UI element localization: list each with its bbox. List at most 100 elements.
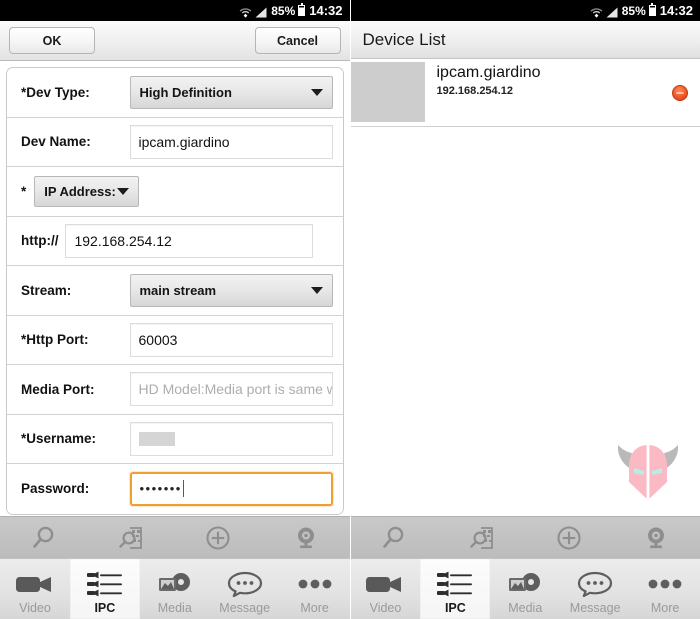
right-panel-device-list: 85% 14:32 Device List ipcam.giardino 192…	[350, 0, 700, 619]
tab-video[interactable]: Video	[351, 559, 421, 619]
tab-message[interactable]: Message	[560, 559, 630, 619]
viking-helmet-logo	[612, 436, 684, 510]
action-bar: OK Cancel	[0, 21, 350, 61]
video-camera-icon	[364, 568, 406, 600]
tab-label-video: Video	[19, 601, 51, 615]
camera-icon[interactable]	[628, 518, 684, 558]
tab-media[interactable]: Media	[490, 559, 560, 619]
signal-icon	[255, 5, 267, 18]
more-dots-icon	[644, 568, 686, 600]
qr-scan-icon[interactable]	[103, 518, 159, 558]
device-thumbnail	[350, 62, 425, 122]
ipc-list-icon	[83, 568, 127, 600]
tab-label-media: Media	[157, 601, 192, 615]
tab-label-ipc: IPC	[444, 601, 466, 615]
camera-icon[interactable]	[278, 518, 334, 558]
label-stream: Stream:	[21, 282, 72, 298]
tab-label-more: More	[650, 601, 680, 615]
bottom-toolbar-left	[0, 516, 350, 558]
label-password: Password:	[21, 481, 90, 497]
username-input[interactable]	[129, 421, 333, 456]
address-mode-select[interactable]: IP Address:	[34, 175, 140, 207]
qr-scan-icon[interactable]	[454, 518, 510, 558]
tab-ipc[interactable]: IPC	[69, 559, 140, 619]
battery-icon	[648, 3, 656, 16]
tab-ipc[interactable]: IPC	[420, 559, 491, 619]
media-port-input[interactable]: HD Model:Media port is same w	[129, 372, 333, 407]
more-dots-icon	[294, 568, 336, 600]
search-icon[interactable]	[16, 518, 72, 558]
signal-icon	[606, 5, 618, 18]
battery-icon	[298, 3, 306, 16]
tab-media[interactable]: Media	[140, 559, 210, 619]
status-badge-offline	[672, 84, 688, 101]
app-screen: 85% 14:32 OK Cancel *Dev Type: High Defi…	[0, 0, 700, 619]
chevron-down-icon	[310, 286, 323, 294]
stream-select[interactable]: main stream	[129, 273, 333, 307]
device-ip: 192.168.254.12	[436, 85, 513, 97]
form-row-address-mode: * IP Address:	[7, 167, 343, 217]
form-row-username: *Username:	[7, 414, 343, 464]
wifi-icon	[239, 5, 252, 18]
page-title-bar: Device List	[350, 21, 700, 59]
text-caret	[182, 480, 185, 498]
status-bar-left: 85% 14:32	[0, 0, 350, 21]
device-list-item[interactable]: ipcam.giardino 192.168.254.12	[350, 59, 700, 127]
tab-message[interactable]: Message	[210, 559, 280, 619]
dev-type-select[interactable]: High Definition	[129, 75, 333, 109]
label-address-required: *	[21, 183, 27, 199]
bottom-tabbar-right: Video IPC Media Message More	[350, 558, 700, 619]
tab-label-message: Message	[219, 601, 271, 615]
device-status-indicator[interactable]	[672, 84, 688, 101]
password-value: •••••••	[139, 481, 182, 497]
password-input[interactable]: •••••••	[129, 471, 333, 506]
tab-label-more: More	[300, 601, 329, 615]
form-row-host: http:// 192.168.254.12	[7, 216, 343, 266]
form-card: *Dev Type: High Definition Dev Name: ipc…	[6, 67, 344, 515]
video-camera-icon	[14, 568, 56, 600]
message-bubble-icon	[224, 568, 266, 600]
label-http-prefix: http://	[21, 233, 59, 249]
add-icon[interactable]	[190, 518, 246, 558]
wifi-icon	[590, 5, 603, 18]
chevron-down-icon	[117, 187, 130, 195]
label-http-port: *Http Port:	[21, 332, 89, 348]
address-mode-value: IP Address:	[44, 183, 116, 199]
message-bubble-icon	[574, 568, 616, 600]
tab-more[interactable]: More	[280, 559, 350, 619]
dev-type-value: High Definition	[139, 84, 232, 100]
battery-percent: 85%	[621, 3, 646, 18]
tab-video[interactable]: Video	[0, 559, 70, 619]
dev-name-input[interactable]: ipcam.giardino	[129, 124, 333, 159]
ipc-list-icon	[433, 568, 477, 600]
media-icon	[504, 568, 546, 600]
label-media-port: Media Port:	[21, 381, 95, 397]
device-info: ipcam.giardino 192.168.254.12	[425, 59, 673, 99]
device-form: *Dev Type: High Definition Dev Name: ipc…	[0, 61, 350, 516]
form-row-dev-name: Dev Name: ipcam.giardino	[7, 117, 343, 167]
chevron-down-icon	[310, 88, 323, 96]
host-input[interactable]: 192.168.254.12	[65, 223, 314, 258]
label-username: *Username:	[21, 431, 97, 447]
cancel-button[interactable]: Cancel	[254, 27, 341, 54]
form-row-http-port: *Http Port: 60003	[7, 315, 343, 365]
status-bar-right: 85% 14:32	[350, 0, 700, 21]
tab-more[interactable]: More	[630, 559, 700, 619]
bottom-toolbar-right	[350, 516, 700, 558]
tab-label-ipc: IPC	[94, 601, 116, 615]
http-port-input[interactable]: 60003	[129, 322, 333, 357]
label-dev-name: Dev Name:	[21, 134, 91, 150]
redacted-value	[138, 431, 175, 446]
add-icon[interactable]	[541, 518, 597, 558]
form-row-password: Password: •••••••	[7, 464, 343, 514]
tab-label-video: Video	[369, 601, 402, 615]
clock: 14:32	[659, 3, 693, 18]
ok-button[interactable]: OK	[9, 27, 95, 54]
search-icon[interactable]	[366, 518, 422, 558]
form-row-dev-type: *Dev Type: High Definition	[7, 68, 343, 118]
stream-value: main stream	[139, 282, 217, 298]
form-row-stream: Stream: main stream	[7, 266, 343, 316]
label-dev-type: *Dev Type:	[21, 84, 90, 100]
form-row-media-port: Media Port: HD Model:Media port is same …	[7, 365, 343, 415]
battery-percent: 85%	[271, 3, 296, 18]
